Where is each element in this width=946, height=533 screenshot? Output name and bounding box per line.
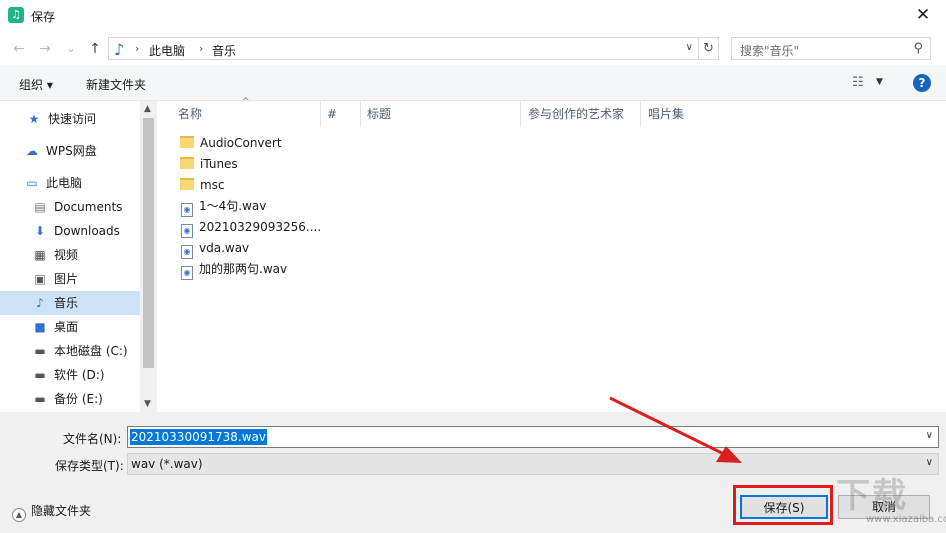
- list-item-file[interactable]: ◉ vda.wav: [180, 238, 249, 259]
- nav-scrollbar[interactable]: ▲ ▼: [140, 101, 157, 412]
- audio-file-icon: ◉: [181, 266, 193, 280]
- computer-icon: ▭: [26, 176, 38, 190]
- column-header-title[interactable]: 标题: [367, 101, 391, 127]
- filetype-value: wav (*.wav): [131, 457, 203, 471]
- audio-file-icon: ◉: [181, 245, 193, 259]
- file-list-pane: ^ 名称 # 标题 参与创作的艺术家 唱片集 AudioConvert iTun…: [158, 97, 946, 412]
- search-input[interactable]: 搜索"音乐" ⚲: [731, 37, 931, 60]
- folder-icon: [180, 136, 194, 148]
- refresh-button[interactable]: ↻: [699, 37, 719, 60]
- audio-file-icon: ◉: [181, 203, 193, 217]
- recent-locations-button[interactable]: ⌄: [62, 40, 80, 58]
- column-header-number[interactable]: #: [327, 101, 337, 127]
- address-bar[interactable]: ♪ › 此电脑 › 音乐 ∨: [108, 37, 699, 60]
- list-item-folder[interactable]: iTunes: [180, 154, 238, 174]
- search-placeholder: 搜索"音乐": [740, 44, 800, 58]
- column-header-artist[interactable]: 参与创作的艺术家: [528, 101, 624, 127]
- chevron-down-icon[interactable]: ▼: [876, 77, 883, 87]
- audio-file-icon: ◉: [181, 224, 193, 238]
- new-folder-button[interactable]: 新建文件夹: [86, 76, 146, 93]
- help-icon[interactable]: ?: [913, 74, 931, 92]
- list-item-file[interactable]: ◉ 20210329093256....: [180, 217, 321, 238]
- nav-item-videos[interactable]: ▦ 视频: [32, 244, 78, 266]
- breadcrumb-separator: ›: [199, 42, 204, 55]
- download-icon: ⬇: [34, 224, 46, 238]
- nav-item-music[interactable]: ♪ 音乐: [32, 292, 78, 314]
- filetype-label: 保存类型(T):: [55, 459, 124, 473]
- sort-ascending-icon: ^: [242, 97, 250, 107]
- filename-field[interactable]: 20210330091738.wav ∨: [127, 426, 939, 448]
- forward-button[interactable]: →: [36, 40, 54, 58]
- desktop-icon: ■: [34, 320, 46, 334]
- folder-icon: [180, 178, 194, 190]
- watermark: 下载: [836, 476, 908, 516]
- music-note-icon: ♫: [8, 7, 24, 23]
- address-row: ← → ⌄ ↑ ♪ › 此电脑 › 音乐 ∨ ↻ 搜索"音乐" ⚲: [0, 31, 946, 65]
- scroll-down-icon[interactable]: ▼: [144, 399, 151, 409]
- chevron-up-icon: ▲: [12, 508, 26, 522]
- up-button[interactable]: ↑: [86, 40, 104, 58]
- cloud-icon: ☁: [26, 144, 38, 158]
- chevron-down-icon[interactable]: ∨: [926, 430, 933, 441]
- nav-item-desktop[interactable]: ■ 桌面: [32, 316, 78, 338]
- music-icon: ♪: [36, 296, 44, 310]
- nav-item-this-pc[interactable]: ▭ 此电脑: [24, 172, 82, 194]
- column-divider[interactable]: [640, 101, 641, 127]
- nav-item-drive-d[interactable]: ▬ 软件 (D:): [32, 364, 104, 386]
- nav-item-documents[interactable]: ▤ Documents: [32, 196, 122, 218]
- chevron-down-icon[interactable]: ∨: [686, 42, 693, 53]
- back-button[interactable]: ←: [10, 40, 28, 58]
- breadcrumb-separator: ›: [135, 42, 140, 55]
- filename-label: 文件名(N):: [63, 432, 122, 446]
- hide-folders-toggle[interactable]: ▲ 隐藏文件夹: [12, 502, 91, 522]
- nav-item-wps-drive[interactable]: ☁ WPS网盘: [24, 140, 97, 162]
- nav-item-downloads[interactable]: ⬇ Downloads: [32, 220, 120, 242]
- command-toolbar: 组织 ▾ 新建文件夹 ☷ ▼ ?: [0, 65, 946, 101]
- close-button[interactable]: ✕: [900, 0, 946, 31]
- drive-icon: ▬: [34, 368, 46, 382]
- navigation-pane: ★ 快速访问 ☁ WPS网盘 ▭ 此电脑 ▤ Documents ⬇ Downloads …: [0, 101, 157, 412]
- drive-icon: ▬: [34, 344, 46, 358]
- star-icon: ★: [28, 112, 40, 126]
- title-bar: ♫ 保存 ✕: [0, 0, 946, 31]
- window-title: 保存: [31, 10, 56, 24]
- column-header-name[interactable]: 名称: [178, 101, 202, 127]
- view-options-icon[interactable]: ☷: [852, 75, 864, 90]
- music-folder-icon: ♪: [114, 40, 125, 59]
- organize-menu[interactable]: 组织 ▾: [19, 76, 53, 93]
- column-header-album[interactable]: 唱片集: [648, 101, 684, 127]
- folder-icon: [180, 157, 194, 169]
- nav-item-quick-access[interactable]: ★ 快速访问: [26, 108, 96, 130]
- column-divider[interactable]: [360, 101, 361, 127]
- save-options-panel: 文件名(N): 20210330091738.wav ∨ 保存类型(T): wa…: [0, 412, 946, 533]
- filename-value[interactable]: 20210330091738.wav: [130, 429, 267, 445]
- watermark-url: www.xiazaiba.com: [866, 514, 946, 525]
- scroll-up-icon[interactable]: ▲: [144, 104, 151, 114]
- nav-item-drive-e[interactable]: ▬ 备份 (E:): [32, 388, 102, 410]
- drive-icon: ▬: [34, 392, 46, 406]
- breadcrumb-this-pc[interactable]: 此电脑: [149, 42, 185, 59]
- picture-icon: ▣: [34, 272, 46, 286]
- breadcrumb-music[interactable]: 音乐: [212, 42, 236, 59]
- list-item-file[interactable]: ◉ 1～4句.wav: [180, 196, 266, 217]
- list-item-folder[interactable]: msc: [180, 175, 225, 195]
- save-button[interactable]: 保存(S): [740, 495, 828, 519]
- nav-item-pictures[interactable]: ▣ 图片: [32, 268, 78, 290]
- list-item-file[interactable]: ◉ 加的那两句.wav: [180, 259, 287, 280]
- column-divider[interactable]: [520, 101, 521, 127]
- chevron-down-icon[interactable]: ∨: [926, 457, 933, 468]
- document-icon: ▤: [34, 200, 46, 214]
- nav-item-drive-c[interactable]: ▬ 本地磁盘 (C:): [32, 340, 127, 362]
- filetype-select[interactable]: wav (*.wav) ∨: [127, 453, 939, 475]
- search-icon: ⚲: [913, 41, 923, 56]
- video-icon: ▦: [34, 248, 46, 262]
- list-item-folder[interactable]: AudioConvert: [180, 133, 282, 153]
- scrollbar-thumb[interactable]: [143, 118, 154, 368]
- column-divider[interactable]: [320, 101, 321, 127]
